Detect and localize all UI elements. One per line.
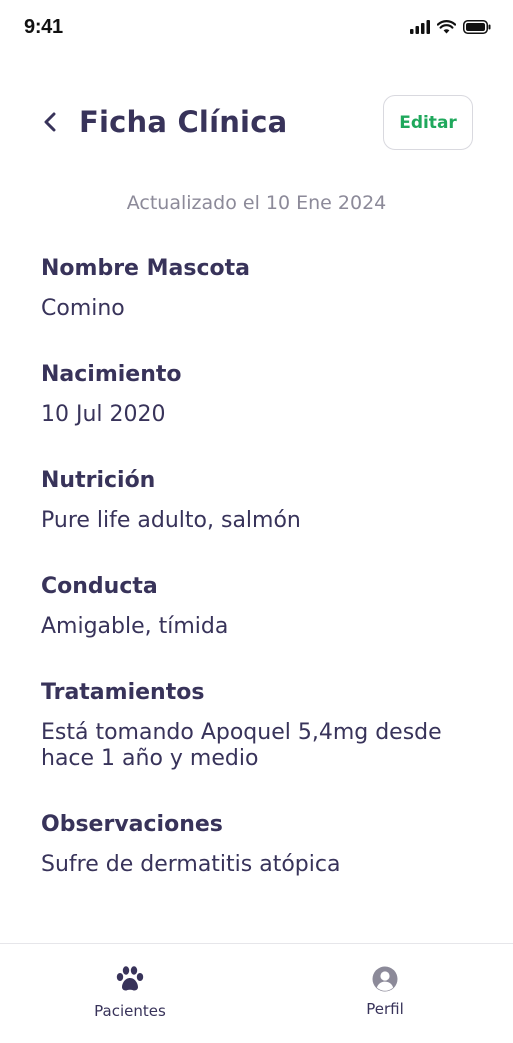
status-time: 9:41 — [24, 16, 63, 38]
field-value: Pure life adulto, salmón — [41, 508, 301, 533]
paw-icon — [116, 966, 144, 996]
user-circle-icon — [372, 966, 398, 996]
wifi-icon — [436, 19, 457, 38]
edit-button[interactable]: Editar — [383, 95, 473, 150]
field-observations: Observaciones Sufre de dermatitis atópic… — [41, 808, 473, 878]
field-value: Comino — [41, 296, 125, 321]
record-fields: Nombre Mascota Comino Nacimiento 10 Jul … — [41, 252, 473, 914]
clinical-record-screen: 9:41 Ficha Clínica Editar Actualizado el… — [0, 0, 513, 1043]
field-value: Amigable, tímida — [41, 614, 229, 639]
battery-icon — [463, 19, 491, 38]
nav-item-patients[interactable]: Pacientes — [70, 966, 190, 1020]
field-treatments: Tratamientos Está tomando Apoquel 5,4mg … — [41, 676, 473, 772]
field-label: Nombre Mascota — [41, 256, 250, 281]
bottom-nav: Pacientes Perfil — [0, 944, 513, 1043]
back-button[interactable] — [34, 108, 66, 140]
page-title: Ficha Clínica — [79, 105, 288, 139]
nav-label-profile: Perfil — [366, 1000, 404, 1018]
field-label: Observaciones — [41, 812, 223, 837]
nav-item-profile[interactable]: Perfil — [325, 966, 445, 1018]
field-label: Conducta — [41, 574, 158, 599]
status-icons — [410, 19, 491, 38]
status-bar: 9:41 — [0, 0, 513, 60]
nav-label-patients: Pacientes — [94, 1002, 166, 1020]
field-label: Nutrición — [41, 468, 156, 493]
updated-date-text: Actualizado el 10 Ene 2024 — [126, 192, 387, 214]
chevron-left-icon — [42, 111, 58, 137]
field-behavior: Conducta Amigable, tímida — [41, 570, 473, 640]
header: Ficha Clínica Editar — [0, 94, 513, 154]
field-label: Nacimiento — [41, 362, 182, 387]
field-value: Está tomando Apoquel 5,4mg desde hace 1 … — [41, 720, 442, 771]
field-value: Sufre de dermatitis atópica — [41, 852, 341, 877]
field-pet-name: Nombre Mascota Comino — [41, 252, 473, 322]
field-label: Tratamientos — [41, 680, 205, 705]
field-value: 10 Jul 2020 — [41, 402, 166, 427]
cellular-signal-icon — [410, 19, 430, 38]
field-nutrition: Nutrición Pure life adulto, salmón — [41, 464, 473, 534]
field-birth: Nacimiento 10 Jul 2020 — [41, 358, 473, 428]
